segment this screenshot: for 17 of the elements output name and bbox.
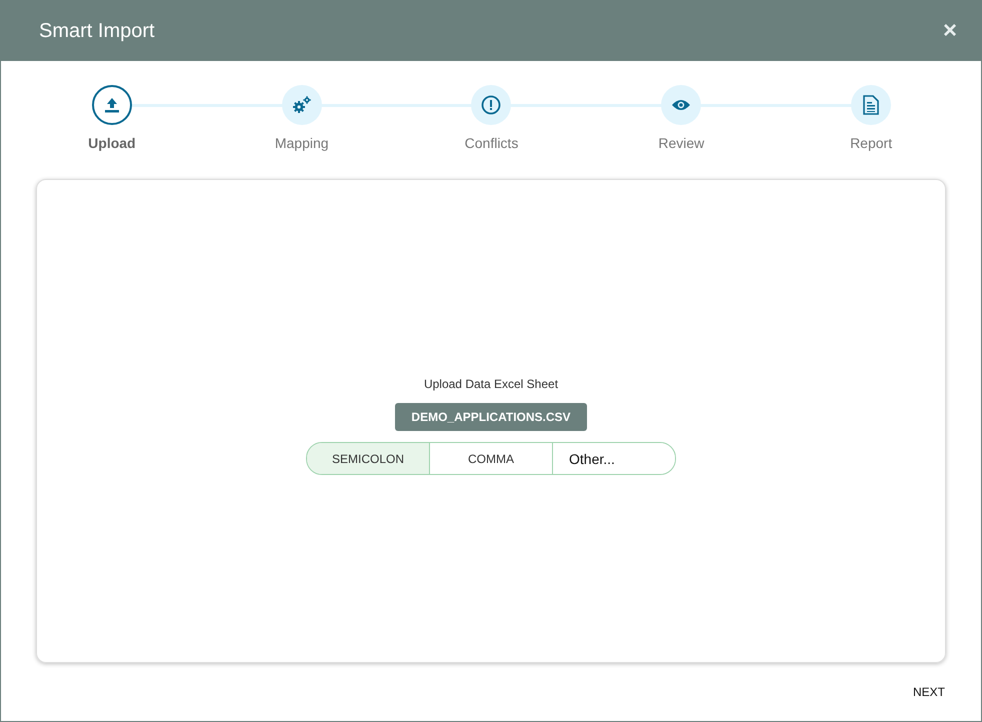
- window-title: Smart Import: [39, 20, 155, 42]
- step-circle[interactable]: [851, 85, 892, 125]
- step-label: Review: [658, 135, 704, 151]
- step-label: Conflicts: [464, 135, 518, 151]
- exclamation-icon: [481, 95, 502, 115]
- step-label: Report: [850, 135, 892, 151]
- step-label: Upload: [88, 135, 136, 151]
- next-button[interactable]: NEXT: [906, 684, 951, 700]
- step-label: Mapping: [274, 135, 329, 151]
- document-icon: [863, 95, 880, 115]
- upload-prompt: Upload Data Excel Sheet: [424, 377, 558, 391]
- gears-icon: [292, 95, 312, 115]
- close-button[interactable]: ×: [938, 17, 961, 45]
- eye-icon: [671, 98, 692, 112]
- step-circle[interactable]: [92, 85, 132, 125]
- upload-icon: [102, 96, 121, 114]
- file-button[interactable]: DEMO_APPLICATIONS.CSV: [395, 403, 587, 431]
